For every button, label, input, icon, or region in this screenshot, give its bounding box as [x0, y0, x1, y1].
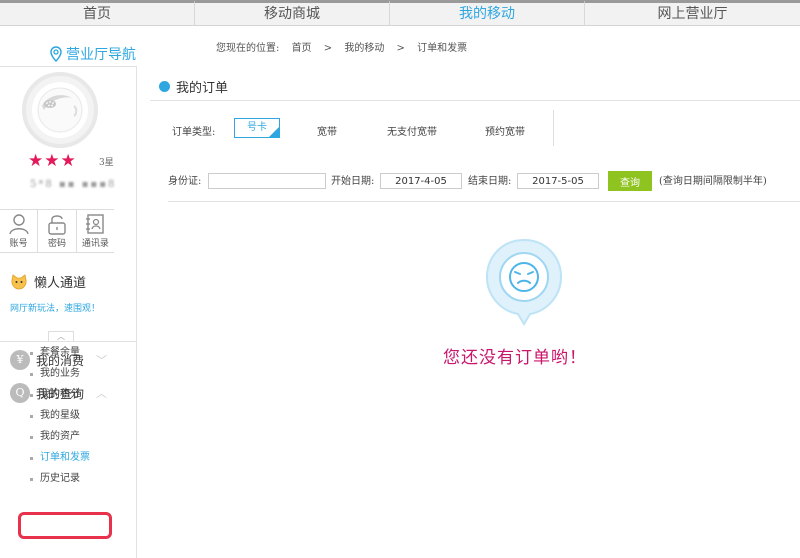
star-rating: ★★★ [28, 151, 77, 171]
lazy-channel-label: 懒人通道 [34, 276, 87, 291]
avatar-face-icon [37, 87, 83, 133]
contacts-button[interactable]: 通讯录 [77, 210, 114, 252]
chevron-up-icon: ︿ [57, 332, 65, 341]
page-title: 我的订单 [159, 77, 228, 96]
order-type-label: 订单类型: [172, 127, 216, 138]
breadcrumb: 您现在的位置: 首页 > 我的移动 > 订单和发票 [216, 39, 476, 54]
contacts-icon [86, 214, 105, 234]
contacts-label: 通讯录 [81, 239, 109, 249]
chevron-down-icon: ﹀ [96, 354, 108, 367]
highlight-annotation [18, 512, 112, 539]
query-hint: (查询日期间隔限制半年) [659, 176, 767, 187]
end-date-input[interactable] [517, 173, 599, 189]
start-date-input[interactable] [380, 173, 462, 189]
cat-icon [11, 273, 27, 289]
order-type-sim-card[interactable]: 号卡 [234, 118, 280, 138]
submenu-item-orders-invoices[interactable]: 订单和发票 [30, 447, 90, 468]
empty-state-message: 您还没有订单哟！ [443, 348, 587, 368]
lazy-channel-title[interactable]: 懒人通道 [10, 272, 86, 291]
tab-online-hall[interactable]: 网上营业厅 [585, 0, 800, 26]
lock-icon [48, 215, 66, 235]
hall-guide-link[interactable]: 营业厅导航 [50, 44, 136, 64]
hall-guide-label: 营业厅导航 [66, 47, 136, 63]
empty-face-icon [485, 238, 563, 326]
submenu-item-my-services[interactable]: 我的业务 [30, 363, 90, 384]
order-type-broadband[interactable]: 宽带 [317, 123, 337, 138]
title-dot-icon [159, 81, 170, 92]
order-type-reserved-broadband[interactable]: 预约宽带 [485, 123, 525, 138]
order-type-unpaid-broadband[interactable]: 无支付宽带 [387, 123, 437, 138]
query-button[interactable]: 查询 [608, 171, 652, 191]
avatar[interactable] [22, 72, 98, 148]
submenu-item-my-points[interactable]: 我的积分 [30, 384, 90, 405]
submenu-item-my-assets[interactable]: 我的资产 [30, 426, 90, 447]
divider [553, 110, 554, 146]
breadcrumb-prefix: 您现在的位置: [216, 43, 280, 54]
end-date-label: 结束日期: [468, 176, 512, 187]
password-button[interactable]: 密码 [38, 210, 77, 252]
query-filter-row: 身份证: 开始日期: 结束日期: (查询日期间隔限制半年) [168, 173, 800, 199]
account-label: 账号 [9, 239, 28, 249]
masked-phone-number: 5*8 ▪▪ ▪▪▪8 [30, 179, 117, 190]
submenu-item-history[interactable]: 历史记录 [30, 468, 90, 489]
tab-home[interactable]: 首页 [0, 0, 195, 26]
divider [168, 201, 800, 202]
id-card-input[interactable] [208, 173, 326, 189]
yen-icon: ¥ [10, 350, 30, 370]
submenu-item-package-balance[interactable]: 套餐余量 [30, 342, 90, 363]
avatar-face [32, 82, 88, 138]
breadcrumb-separator: > [396, 43, 405, 54]
account-shortcuts: 账号 密码 通讯录 [0, 209, 114, 253]
breadcrumb-home[interactable]: 首页 [292, 43, 312, 54]
submenu-item-my-star-level[interactable]: 我的星级 [30, 405, 90, 426]
user-icon [8, 214, 29, 235]
star-level-label: 3星 [99, 158, 114, 168]
chevron-up-icon: ︿ [96, 387, 108, 400]
divider [150, 100, 800, 101]
query-submenu: 套餐余量 我的业务 我的积分 我的星级 我的资产 订单和发票 历史记录 [30, 342, 90, 489]
breadcrumb-my-mobile[interactable]: 我的移动 [344, 43, 384, 54]
lazy-channel-subtitle[interactable]: 网厅新玩法，速围观！ [10, 301, 100, 314]
location-pin-icon [50, 46, 62, 62]
breadcrumb-current: 订单和发票 [417, 43, 468, 54]
query-icon: Q [10, 383, 30, 403]
tab-my-mobile[interactable]: 我的移动 [390, 0, 585, 26]
account-button[interactable]: 账号 [0, 210, 39, 252]
start-date-label: 开始日期: [331, 176, 375, 187]
tab-mall[interactable]: 移动商城 [195, 0, 390, 26]
collapse-toggle[interactable]: ︿ [48, 331, 74, 341]
password-label: 密码 [47, 239, 66, 249]
top-nav: 首页 移动商城 我的移动 网上营业厅 [0, 0, 800, 26]
breadcrumb-separator: > [323, 43, 333, 54]
page-title-label: 我的订单 [176, 81, 229, 96]
id-card-label: 身份证: [168, 176, 202, 187]
